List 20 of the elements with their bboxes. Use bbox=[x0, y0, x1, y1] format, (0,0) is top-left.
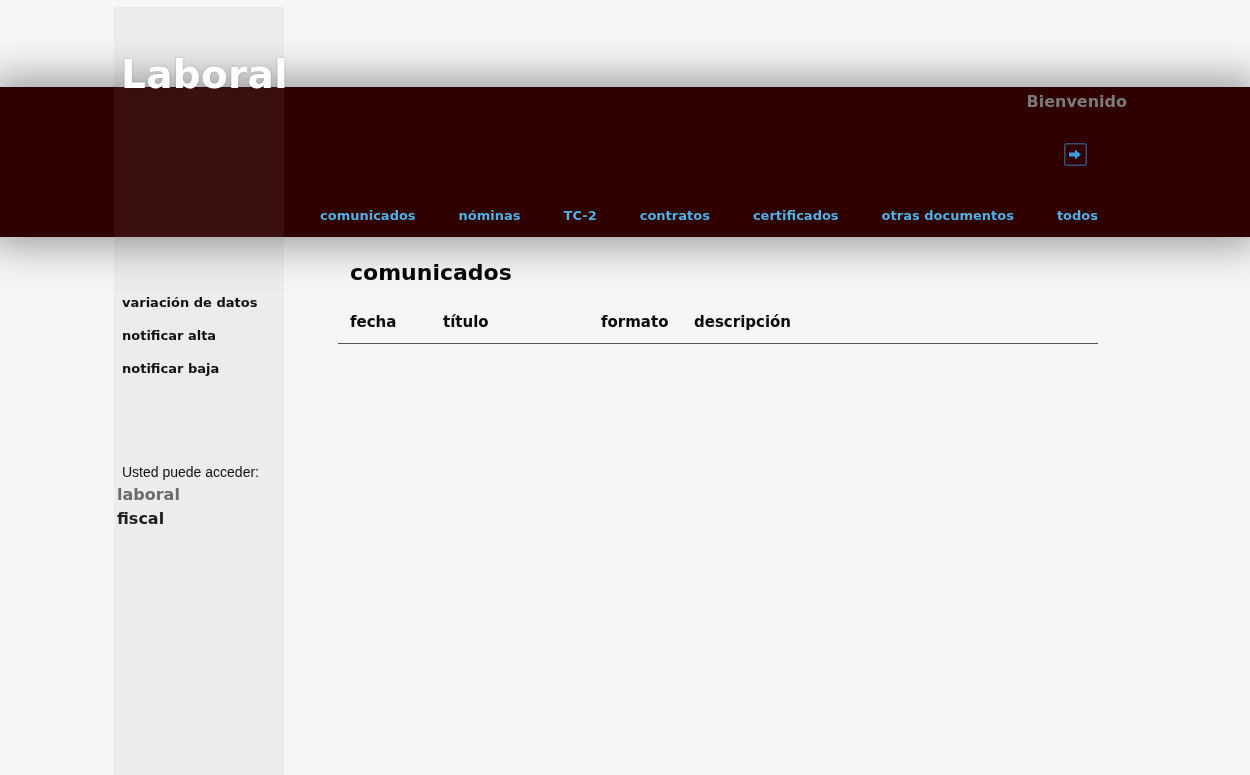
column-header: descripción bbox=[694, 313, 792, 331]
nav-tab[interactable]: comunicados bbox=[320, 208, 416, 224]
greeting-text: Bienvenido bbox=[1026, 93, 1127, 111]
section-title: comunicados bbox=[350, 259, 512, 287]
sidebar-link[interactable]: notificar baja bbox=[122, 361, 220, 377]
nav-tab[interactable]: TC-2 bbox=[563, 208, 597, 224]
column-header: formato bbox=[601, 313, 669, 331]
nav-tab[interactable]: otras documentos bbox=[881, 208, 1014, 224]
sidebar-link[interactable]: variación de datos bbox=[122, 295, 258, 311]
access-label: Usted puede acceder: bbox=[122, 463, 259, 481]
section-link[interactable]: fiscal bbox=[117, 507, 165, 531]
column-header: fecha bbox=[350, 313, 397, 331]
section-link[interactable]: laboral bbox=[117, 483, 180, 507]
sidebar-link[interactable]: notificar alta bbox=[122, 328, 217, 344]
nav-tab[interactable]: contratos bbox=[639, 208, 710, 224]
column-header: título bbox=[443, 313, 489, 331]
nav-tab[interactable]: nóminas bbox=[458, 208, 521, 224]
nav-tab[interactable]: todos bbox=[1056, 208, 1099, 224]
arrow-square-icon[interactable] bbox=[1064, 143, 1087, 166]
nav-tab[interactable]: certificados bbox=[752, 208, 839, 224]
